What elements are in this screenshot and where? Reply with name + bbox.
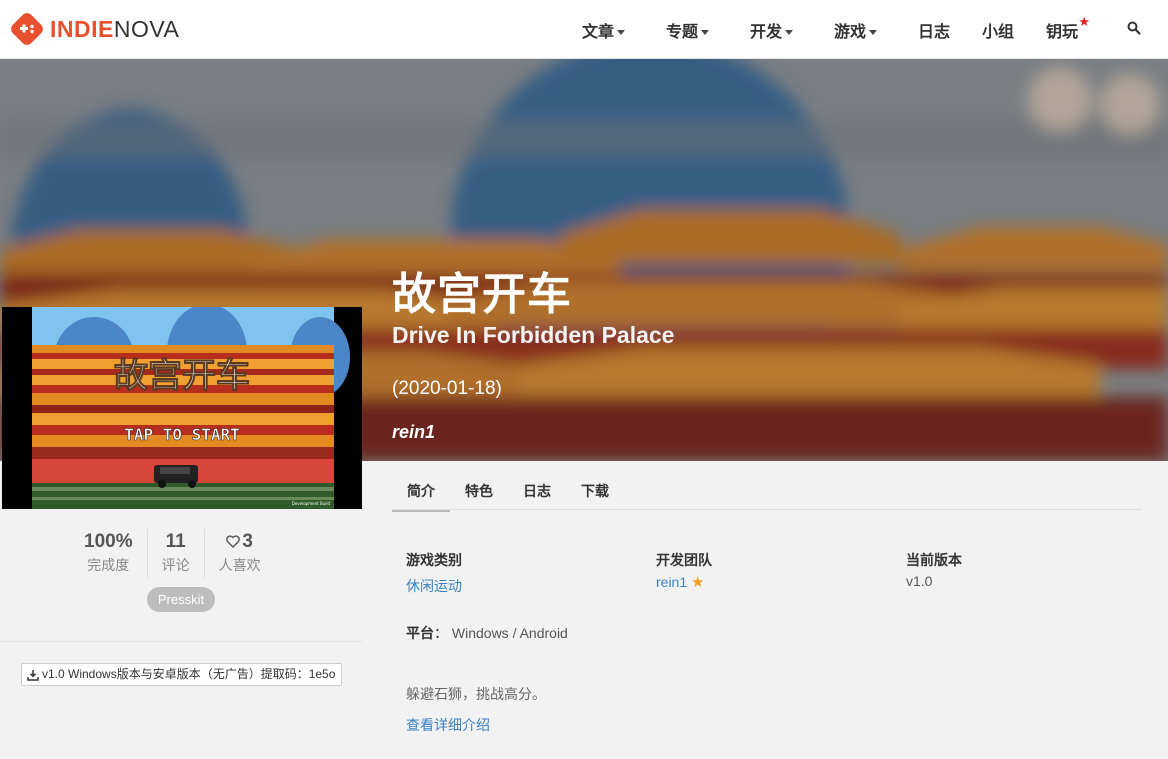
platform-row: 平台： Windows / Android [406, 625, 568, 641]
logo-text: INDIENOVA [50, 15, 180, 42]
cover-artwork: 故宫开车 TAP TO START Development Build [2, 307, 362, 509]
divider [0, 641, 362, 642]
download-link-button[interactable]: v1.0 Windows版本与安卓版本（无广告）提取码：1e5o [21, 663, 342, 686]
caret-down-icon [869, 30, 878, 36]
team-value: rein1 ★ [656, 573, 704, 591]
game-subtitle: Drive In Forbidden Palace [392, 322, 675, 348]
game-title: 故宫开车 [392, 270, 572, 319]
tab-devlog[interactable]: 日志 [523, 481, 551, 501]
tab-features[interactable]: 特色 [465, 481, 493, 501]
team-label: 开发团队 [656, 552, 712, 568]
presskit-button[interactable]: Presskit [147, 587, 215, 612]
game-description: 躲避石狮，挑战高分。 [406, 686, 546, 702]
genre-value[interactable]: 休闲运动 [406, 576, 462, 596]
download-icon [27, 669, 39, 681]
platform-value: Windows / Android [451, 625, 568, 641]
nav-topics[interactable]: 专题 [666, 18, 710, 42]
stat-likes-value: 3 [219, 529, 261, 555]
stat-likes-label: 人喜欢 [218, 557, 261, 573]
nav-dev[interactable]: 开发 [750, 18, 794, 42]
stat-comments[interactable]: 11 评论 [148, 529, 205, 579]
caret-down-icon [617, 30, 626, 36]
game-stats: 100% 完成度 11 评论 3 人喜欢 [84, 529, 275, 579]
stat-completion-label: 完成度 [87, 557, 130, 573]
nav-logs[interactable]: 日志 [918, 18, 950, 42]
logo-gamepad-icon [11, 13, 43, 45]
stat-completion-value: 100% [84, 531, 133, 552]
nav-games[interactable]: 游戏 [834, 18, 878, 42]
search-icon[interactable] [1127, 21, 1141, 35]
stat-completion: 100% 完成度 [84, 529, 148, 579]
stat-comments-label: 评论 [161, 557, 190, 573]
cover-build-text: Development Build [292, 501, 331, 506]
caret-down-icon [701, 30, 710, 36]
release-date: (2020-01-18) [392, 378, 502, 399]
stat-likes[interactable]: 3 人喜欢 [205, 529, 275, 579]
top-navbar: INDIENOVA 文章 专题 开发 游戏 日志 小组 钥玩 ★ [0, 0, 1168, 59]
caret-down-icon [785, 30, 794, 36]
genre-label: 游戏类别 [406, 552, 462, 568]
cover-tap-text: TAP TO START [124, 425, 240, 444]
nav-groups[interactable]: 小组 [982, 18, 1014, 42]
star-badge-icon: ★ [1078, 14, 1091, 29]
content-tabs: 简介 特色 日志 下载 [392, 470, 1142, 512]
platform-label: 平台 [406, 625, 434, 641]
nav-keyplay[interactable]: 钥玩 ★ [1046, 14, 1090, 42]
tab-intro[interactable]: 简介 [392, 481, 450, 512]
version-label: 当前版本 [906, 552, 962, 568]
cover-title-text: 故宫开车 [114, 356, 250, 396]
tab-download[interactable]: 下载 [581, 481, 609, 501]
stat-comments-value: 11 [165, 531, 186, 552]
view-details-link[interactable]: 查看详细介绍 [406, 715, 490, 735]
heart-icon[interactable] [226, 535, 241, 549]
version-value: v1.0 [906, 573, 933, 589]
game-cover-image[interactable]: 故宫开车 TAP TO START Development Build [2, 307, 362, 509]
nav-articles[interactable]: 文章 [582, 18, 626, 42]
star-icon: ★ [691, 574, 705, 591]
download-label: v1.0 Windows版本与安卓版本（无广告）提取码：1e5o [42, 667, 336, 681]
game-author[interactable]: rein1 [392, 422, 435, 443]
team-member-link[interactable]: rein1 [656, 574, 687, 590]
site-logo[interactable]: INDIENOVA [10, 10, 179, 48]
